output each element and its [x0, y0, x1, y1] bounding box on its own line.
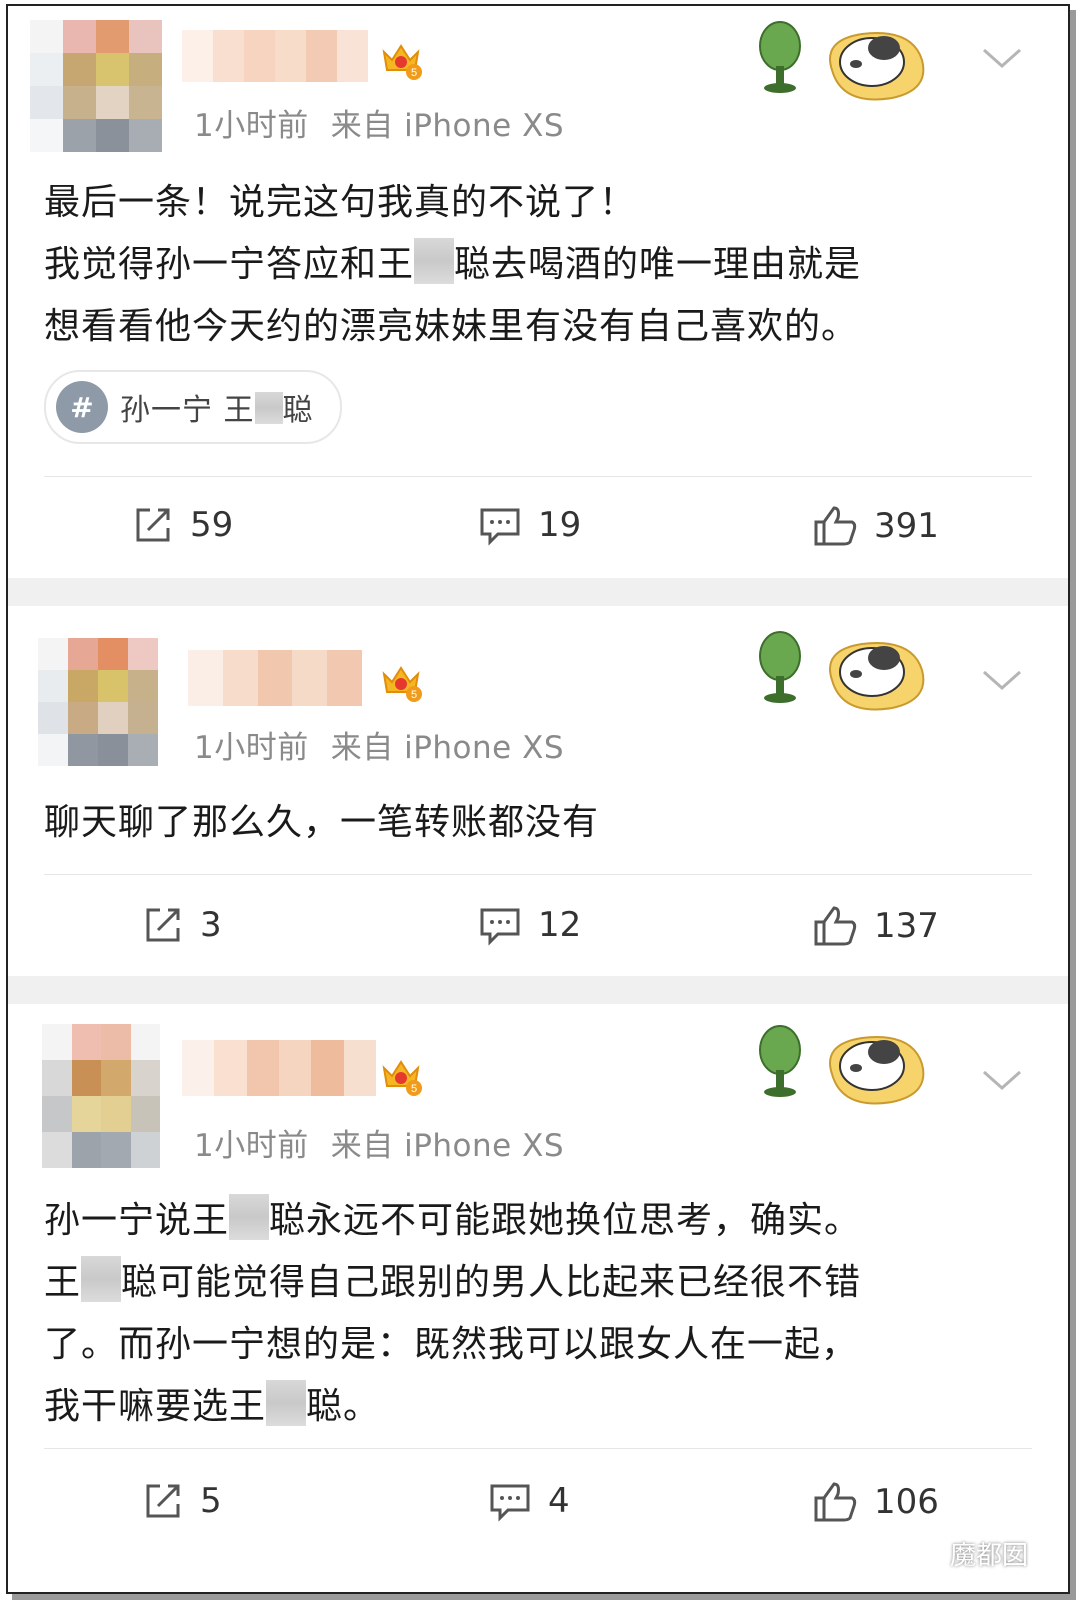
redacted-mosaic: [229, 1194, 270, 1240]
thumbs-up-icon: [814, 1482, 857, 1522]
repost-count: 3: [200, 905, 222, 945]
divider: [44, 874, 1032, 875]
comment-icon: [480, 508, 520, 546]
crown-badge-icon[interactable]: 5: [378, 36, 424, 82]
screenshot-frame: 5 1小时前 来自 iPhone XS 最后一条！说完这句我真的不说了！ 我觉得孙…: [6, 4, 1070, 1594]
crown-badge-icon[interactable]: 5: [378, 1052, 424, 1098]
repost-button[interactable]: 3: [142, 904, 222, 946]
wechat-icon: [905, 1541, 941, 1566]
svg-text:5: 5: [411, 67, 417, 79]
post-time: 1小时前: [194, 1128, 309, 1164]
post-time: 1小时前: [194, 730, 309, 766]
post-card: 5 1小时前 来自 iPhone XS 聊天聊了那么久，一笔转账都没有 3 12…: [8, 606, 1068, 976]
chevron-down-icon[interactable]: [980, 46, 1024, 72]
post-card: 5 1小时前 来自 iPhone XS 孙一宁说王 聪永远不可能跟她换位思考，确实。…: [8, 1004, 1068, 1592]
content-line: 我干嘛要选王 聪。: [44, 1376, 1038, 1438]
content-line: 想看看他今天约的漂亮妹妹里有没有自己喜欢的。: [44, 306, 859, 347]
avatar[interactable]: [42, 1024, 160, 1168]
post-separator: [8, 578, 1068, 606]
content-line: 聊天聊了那么久，一笔转账都没有: [44, 802, 600, 843]
panda-fan-sticker: [759, 631, 925, 711]
content-line: 了。而孙一宁想的是：既然我可以跟女人在一起，: [44, 1324, 859, 1365]
repost-button[interactable]: 5: [142, 1480, 222, 1522]
post-time: 1小时前: [194, 108, 309, 144]
comment-icon: [490, 1484, 530, 1522]
comment-count: 19: [538, 505, 582, 545]
post-content: 最后一条！说完这句我真的不说了！ 我觉得孙一宁答应和王 聪去喝酒的唯一理由就是 想…: [44, 172, 1038, 358]
watermark: 魔都囡: [904, 1535, 1028, 1572]
panda-fan-sticker: [759, 21, 925, 101]
like-count: 391: [874, 506, 939, 546]
repost-button[interactable]: 59: [132, 504, 233, 546]
post-meta: 1小时前 来自 iPhone XS: [194, 100, 564, 145]
svg-text:5: 5: [411, 689, 417, 701]
content-line: 王聪可能觉得自己跟别的男人比起来已经很不错: [44, 1252, 1038, 1314]
redacted-mosaic: [266, 1380, 307, 1426]
like-button[interactable]: 391: [812, 504, 939, 548]
redacted-mosaic: [414, 238, 455, 284]
watermark-label: 魔都囡: [949, 1541, 1028, 1571]
like-button[interactable]: 137: [812, 904, 939, 948]
post-meta: 1小时前 来自 iPhone XS: [194, 1120, 564, 1165]
post-content: 孙一宁说王 聪永远不可能跟她换位思考，确实。 王聪可能觉得自己跟别的男人比起来已经…: [44, 1190, 1038, 1438]
thumbs-up-icon: [814, 506, 857, 546]
redacted-mosaic: [254, 392, 283, 424]
comment-count: 12: [538, 905, 582, 945]
content-line: 最后一条！说完这句我真的不说了！: [44, 182, 637, 223]
post-source[interactable]: 来自 iPhone XS: [331, 1128, 564, 1164]
topic-label: 孙一宁 王聪: [120, 392, 314, 428]
username[interactable]: [188, 650, 362, 706]
post-meta: 1小时前 来自 iPhone XS: [194, 722, 564, 767]
divider: [44, 1448, 1032, 1449]
repost-icon: [146, 1484, 180, 1518]
comment-count: 4: [548, 1481, 570, 1521]
post-source[interactable]: 来自 iPhone XS: [331, 730, 564, 766]
avatar[interactable]: [30, 20, 162, 152]
username[interactable]: [182, 30, 368, 82]
hashtag-icon: #: [56, 381, 108, 433]
like-count: 106: [874, 1482, 939, 1522]
like-button[interactable]: 106: [812, 1480, 939, 1524]
comment-button[interactable]: 19: [478, 504, 581, 546]
chevron-down-icon[interactable]: [980, 668, 1024, 694]
comment-button[interactable]: 12: [478, 904, 581, 946]
thumbs-up-icon: [814, 906, 857, 946]
content-line: 我觉得孙一宁答应和王 聪去喝酒的唯一理由就是: [44, 234, 1038, 296]
username[interactable]: [182, 1040, 376, 1096]
comment-button[interactable]: 4: [488, 1480, 570, 1522]
post-source[interactable]: 来自 iPhone XS: [331, 108, 564, 144]
repost-icon: [136, 508, 170, 542]
redacted-mosaic: [81, 1256, 122, 1302]
panda-fan-sticker: [759, 1025, 925, 1105]
repost-icon: [146, 908, 180, 942]
post-separator: [8, 976, 1068, 1004]
topic-tag[interactable]: # 孙一宁 王聪: [44, 370, 342, 444]
repost-count: 59: [190, 505, 234, 545]
chevron-down-icon[interactable]: [980, 1068, 1024, 1094]
repost-count: 5: [200, 1481, 222, 1521]
comment-icon: [480, 908, 520, 946]
post-content: 聊天聊了那么久，一笔转账都没有: [44, 792, 1038, 854]
crown-badge-icon[interactable]: 5: [378, 658, 424, 704]
divider: [44, 476, 1032, 477]
content-line: 孙一宁说王 聪永远不可能跟她换位思考，确实。: [44, 1190, 1038, 1252]
svg-text:5: 5: [411, 1083, 417, 1095]
avatar[interactable]: [38, 638, 158, 766]
post-card: 5 1小时前 来自 iPhone XS 最后一条！说完这句我真的不说了！ 我觉得孙…: [8, 6, 1068, 578]
like-count: 137: [874, 906, 939, 946]
